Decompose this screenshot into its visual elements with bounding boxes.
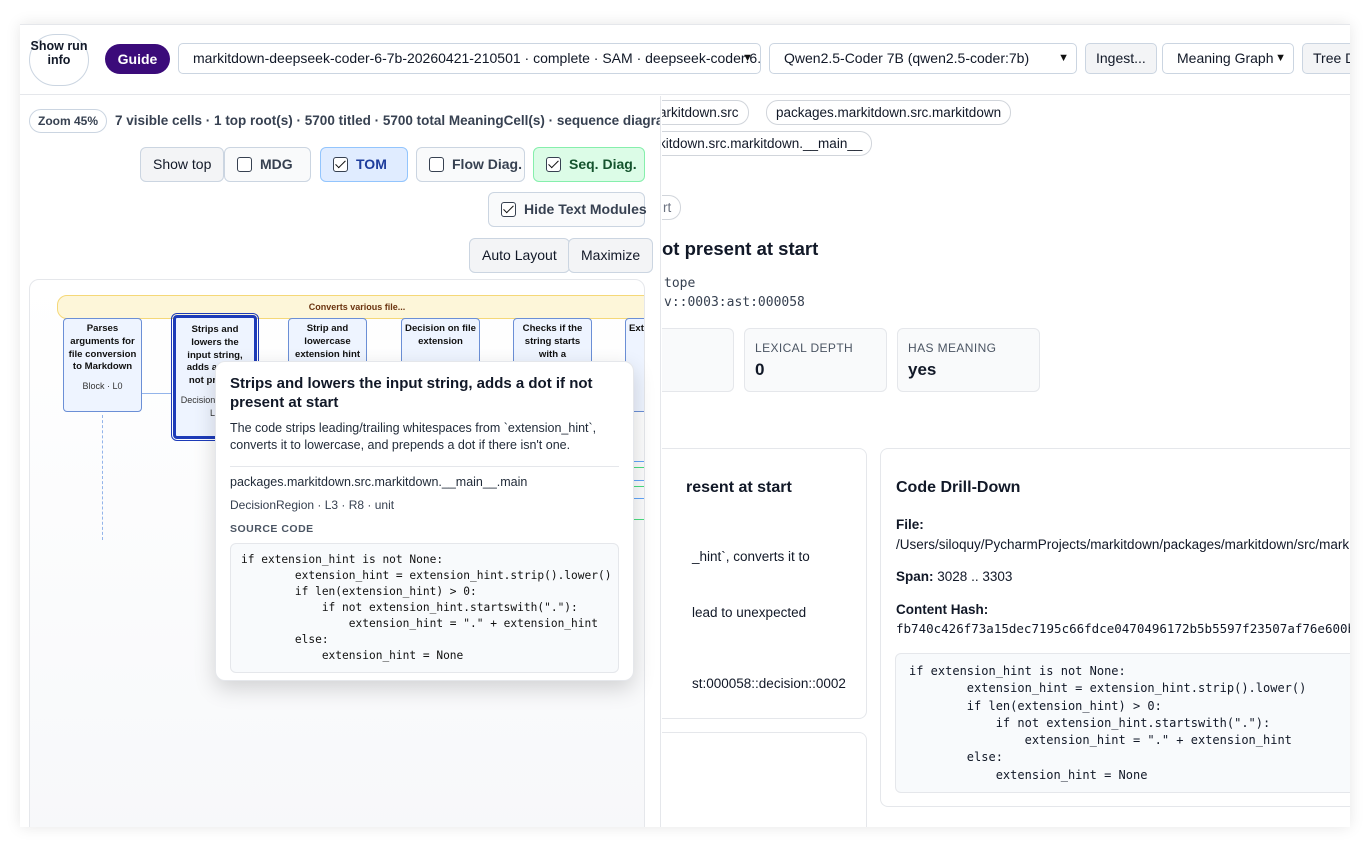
node-title: Parses arguments for file conversion to …	[68, 323, 137, 373]
stat-value: 0	[755, 360, 765, 379]
node-title: Decision on file extension	[405, 323, 476, 347]
stat-card	[662, 328, 734, 392]
node-title: Ext	[629, 323, 644, 334]
hash-row: Content Hash:	[896, 602, 988, 617]
checkbox-icon	[237, 157, 252, 172]
divider	[230, 466, 619, 467]
checkbox-checked-icon	[501, 202, 516, 217]
checkbox-icon	[429, 157, 444, 172]
toggle-mdg[interactable]: MDG	[224, 147, 311, 182]
zoom-badge[interactable]: Zoom 45%	[29, 109, 108, 133]
stat-card-has-meaning: HAS MEANING yes	[897, 328, 1040, 392]
node-title: Strip and lowercase extension hint	[294, 323, 361, 360]
stat-value: yes	[908, 360, 937, 379]
node-tooltip: Strips and lowers the input string, adds…	[215, 361, 634, 681]
stat-label: HAS MEANING	[908, 341, 997, 355]
tooltip-path: packages.markitdown.src.markitdown.__mai…	[230, 475, 528, 489]
chevron-down-icon: ▼	[742, 52, 753, 64]
toggle-hide-text-label: Hide Text Modules	[524, 201, 647, 217]
region-banner[interactable]: Converts various file...	[57, 295, 644, 319]
toolbar: Show run info Guide markitdown-deepseek-…	[20, 25, 1350, 95]
toggle-hide-text-modules[interactable]: Hide Text Modules	[488, 192, 647, 227]
diagram-node[interactable]: Parses arguments for file conversion to …	[63, 318, 142, 412]
summary-text: _hint`, converts it to	[692, 549, 810, 564]
cell-title: ot present at start	[662, 238, 819, 259]
summary-title: resent at start	[686, 479, 792, 496]
guide-button[interactable]: Guide	[105, 44, 170, 74]
chevron-down-icon: ▼	[1275, 52, 1286, 64]
source-code-block: if extension_hint is not None: extension…	[895, 653, 1350, 793]
auto-layout-button[interactable]: Auto Layout	[469, 238, 570, 273]
file-path[interactable]: /Users/siloquy/PycharmProjects/markitdow…	[896, 537, 1350, 552]
tree-button[interactable]: Tree D	[1302, 43, 1350, 74]
summary-card: resent at start _hint`, converts it to l…	[662, 448, 867, 719]
breadcrumb-chip[interactable]: packages.markitdown.src.markitdown	[766, 100, 1012, 125]
drilldown-title: Code Drill-Down	[896, 479, 1021, 496]
stat-card-lexical-depth: LEXICAL DEPTH 0	[744, 328, 887, 392]
toggle-tom-label: TOM	[356, 156, 387, 172]
show-run-info-button[interactable]: Show run info	[29, 34, 89, 86]
source-code-label: SOURCE CODE	[230, 523, 314, 535]
span-row: Span: 3028 .. 3303	[896, 569, 1012, 584]
checkbox-checked-icon	[333, 157, 348, 172]
tooltip-meta: DecisionRegion · L3 · R8 · unit	[230, 498, 395, 512]
stat-label: LEXICAL DEPTH	[755, 341, 854, 355]
hash-value: fb740c426f73a15dec7195c66fdce0470496172b…	[896, 621, 1350, 636]
summary-id: st:000058::decision::0002	[692, 676, 846, 691]
toggle-mdg-label: MDG	[260, 156, 293, 172]
breadcrumb-chip[interactable]: arkitdown.src	[662, 100, 749, 125]
breadcrumb-chip[interactable]: kitdown.src.markitdown.__main__	[662, 131, 873, 156]
file-label: File:	[896, 517, 924, 532]
node-title: Checks if the string starts with a	[522, 323, 583, 360]
lifeline	[102, 415, 103, 540]
hash-label: Content Hash:	[896, 602, 989, 617]
breadcrumb-chip[interactable]: rt	[662, 195, 682, 220]
file-row: File:	[896, 517, 924, 532]
tooltip-title: Strips and lowers the input string, adds…	[230, 375, 593, 411]
run-select-value: markitdown-deepseek-coder-6-7b-20260421-…	[193, 50, 761, 66]
model-select-value: Qwen2.5-Coder 7B (qwen2.5-coder:7b)	[784, 50, 1030, 66]
scope-label: tope	[664, 276, 696, 291]
run-select[interactable]: markitdown-deepseek-coder-6-7b-20260421-…	[178, 43, 761, 74]
checkbox-checked-icon	[546, 157, 561, 172]
diagram-stats: 7 visible cells · 1 top root(s) · 5700 t…	[115, 113, 661, 128]
show-top-button[interactable]: Show top	[140, 147, 225, 182]
view-select-value: Meaning Graph	[1177, 50, 1274, 66]
cell-id: v::0003:ast:000058	[664, 295, 805, 310]
tooltip-source-code: if extension_hint is not None: extension…	[230, 543, 619, 673]
tooltip-description: The code strips leading/trailing whitesp…	[230, 421, 597, 452]
maximize-button[interactable]: Maximize	[568, 238, 654, 273]
ingest-button[interactable]: Ingest...	[1085, 43, 1157, 74]
toggle-sequence-diagram[interactable]: Seq. Diag.	[533, 147, 645, 182]
toggle-flow-label: Flow Diag.	[452, 156, 522, 172]
toggle-tom[interactable]: TOM	[320, 147, 408, 182]
span-value: 3028 .. 3303	[937, 569, 1013, 584]
toggle-seq-label: Seq. Diag.	[569, 156, 637, 172]
model-select[interactable]: Qwen2.5-Coder 7B (qwen2.5-coder:7b) ▼	[769, 43, 1077, 74]
chevron-down-icon: ▼	[1058, 52, 1069, 64]
node-meta: Block · L0	[82, 381, 123, 392]
span-label: Span:	[896, 569, 934, 584]
view-select[interactable]: Meaning Graph ▼	[1162, 43, 1294, 74]
detail-pane: arkitdown.src packages.markitdown.src.ma…	[662, 96, 1350, 827]
code-drilldown-card: Code Drill-Down File: /Users/siloquy/Pyc…	[880, 448, 1350, 807]
summary-text: lead to unexpected	[692, 605, 807, 620]
toggle-flow-diagram[interactable]: Flow Diag.	[416, 147, 525, 182]
secondary-card	[662, 732, 867, 827]
